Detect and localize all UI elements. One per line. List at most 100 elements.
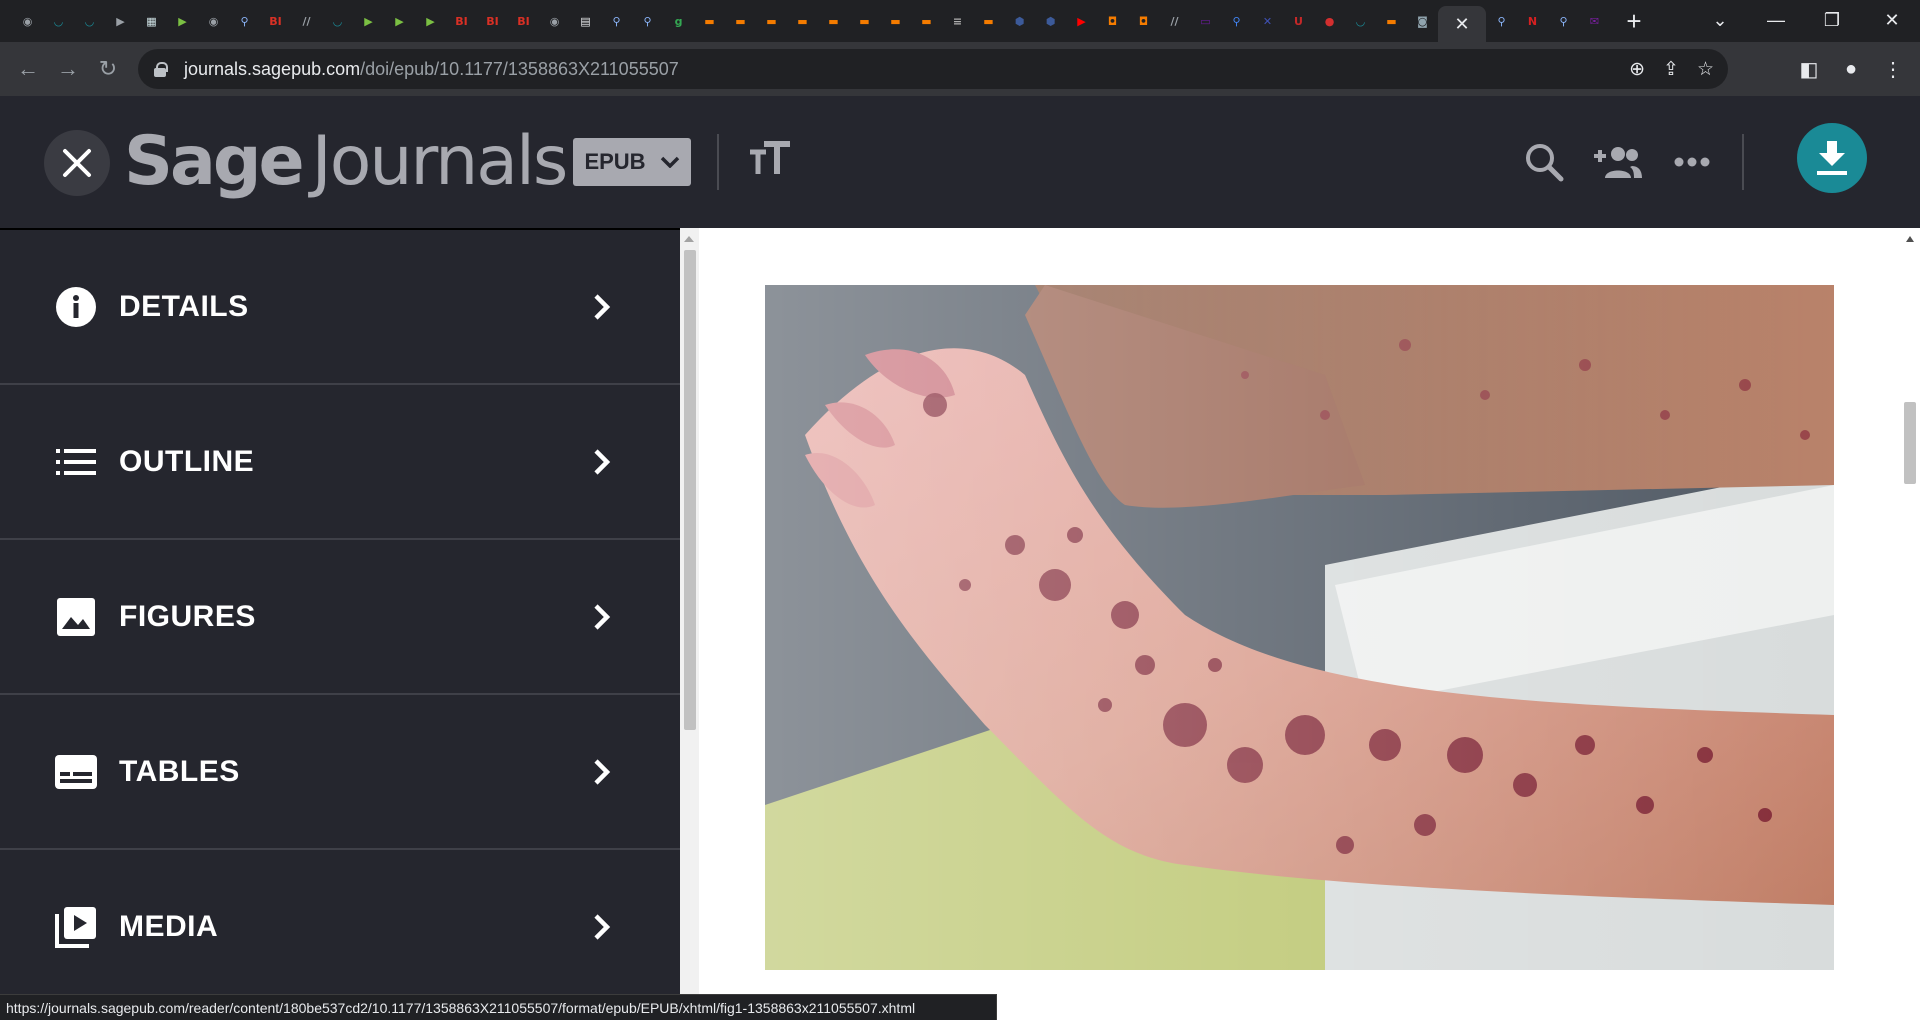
chevron-right-icon (594, 293, 611, 320)
new-tab-button[interactable]: + (1616, 3, 1652, 39)
browser-tab[interactable]: ▬ (725, 0, 756, 42)
browser-tab[interactable]: ▬ (849, 0, 880, 42)
browser-tab[interactable]: ◡ (43, 0, 74, 42)
browser-tab[interactable]: ▶ (167, 0, 198, 42)
browser-tab[interactable]: g (663, 0, 694, 42)
browser-tab[interactable]: ▬ (756, 0, 787, 42)
reload-button[interactable]: ↻ (88, 49, 128, 89)
pin-icon: ● (1324, 14, 1335, 28)
browser-tab[interactable]: ▬ (973, 0, 1004, 42)
browser-tab[interactable]: U (1283, 0, 1314, 42)
browser-tab[interactable]: ≡ (942, 0, 973, 42)
format-dropdown[interactable]: EPUB (573, 138, 691, 186)
browser-tab[interactable]: ▦ (136, 0, 167, 42)
text-size-button[interactable] (748, 140, 792, 184)
active-tab[interactable]: ✕ (1438, 6, 1486, 42)
browser-tab[interactable]: ⚲ (229, 0, 260, 42)
content-scrollbar[interactable] (1901, 228, 1920, 1020)
chevron-right-icon (594, 603, 611, 630)
article-figure[interactable] (765, 285, 1834, 970)
download-button[interactable] (1797, 123, 1867, 193)
sage-journals-logo[interactable]: Sage Journals (124, 122, 568, 201)
browser-tab[interactable]: ✉ (1579, 0, 1610, 42)
shield-icon: ◡ (333, 14, 342, 28)
lock-icon[interactable] (154, 62, 168, 77)
side-panel-icon[interactable]: ◧ (1794, 57, 1824, 82)
browser-tab[interactable]: ▬ (787, 0, 818, 42)
figure-image (765, 285, 1834, 970)
restore-button[interactable]: ❐ (1804, 0, 1860, 40)
browser-tab[interactable]: ▬ (694, 0, 725, 42)
browser-tab[interactable]: ◉ (12, 0, 43, 42)
browser-tab[interactable]: ▶ (353, 0, 384, 42)
browser-tab[interactable]: ◡ (74, 0, 105, 42)
back-button[interactable]: ← (8, 49, 48, 89)
browser-tab[interactable]: ▬ (818, 0, 849, 42)
close-window-button[interactable]: ✕ (1864, 0, 1920, 40)
browser-menu-icon[interactable]: ⋮ (1878, 57, 1908, 82)
browser-tab[interactable]: ▶ (384, 0, 415, 42)
text-icon: // (1170, 14, 1179, 28)
browser-tab[interactable]: ● (1314, 0, 1345, 42)
forward-button[interactable]: → (48, 49, 88, 89)
sidebar-item-details[interactable]: DETAILS (0, 230, 680, 385)
search-icon: ⚲ (1559, 14, 1568, 28)
browser-tab[interactable]: ▤ (570, 0, 601, 42)
browser-tab[interactable]: ◘ (1128, 0, 1159, 42)
scroll-up-arrow-icon[interactable] (684, 236, 694, 242)
sidebar-item-figures[interactable]: FIGURES (0, 540, 680, 695)
browser-tab[interactable]: ◉ (198, 0, 229, 42)
zoom-icon[interactable]: ⊕ (1629, 58, 1645, 81)
browser-tab[interactable]: ▬ (911, 0, 942, 42)
bookmark-star-icon[interactable]: ☆ (1697, 58, 1714, 81)
sidebar-item-outline[interactable]: OUTLINE (0, 385, 680, 540)
sidebar-item-label: MEDIA (119, 909, 219, 943)
sidebar-item-media[interactable]: MEDIA (0, 850, 680, 1005)
browser-tab[interactable]: BI (446, 0, 477, 42)
browser-tab[interactable]: N (1517, 0, 1548, 42)
close-reader-button[interactable] (44, 130, 110, 196)
browser-tab[interactable]: ⚲ (1221, 0, 1252, 42)
browser-tab[interactable]: ▬ (1376, 0, 1407, 42)
browser-tab[interactable]: ⚲ (1486, 0, 1517, 42)
browser-tab[interactable]: ✕ (1252, 0, 1283, 42)
share-access-button[interactable] (1588, 132, 1648, 192)
browser-tab[interactable]: ⬢ (1004, 0, 1035, 42)
link-status-bar: https://journals.sagepub.com/reader/cont… (0, 994, 997, 1020)
scroll-up-arrow-icon[interactable] (1906, 236, 1914, 242)
browser-tab[interactable]: ◡ (1345, 0, 1376, 42)
sidebar-scroll-thumb[interactable] (684, 250, 696, 730)
browser-tab[interactable]: ◡ (322, 0, 353, 42)
share-icon[interactable]: ⇪ (1663, 58, 1679, 81)
browser-tab[interactable]: ◙ (1407, 0, 1438, 42)
content-scroll-thumb[interactable] (1904, 402, 1916, 484)
more-options-button[interactable] (1662, 132, 1722, 192)
address-bar[interactable]: journals.sagepub.com/doi/epub/10.1177/13… (138, 49, 1728, 89)
browser-tab[interactable]: ▶ (1066, 0, 1097, 42)
download-icon (1817, 141, 1847, 175)
browser-tab[interactable]: BI (508, 0, 539, 42)
tab-search-icon[interactable]: ⌄ (1692, 0, 1748, 40)
browser-tab[interactable]: ⚲ (601, 0, 632, 42)
search-button[interactable] (1514, 132, 1574, 192)
close-tab-icon[interactable]: ✕ (1454, 14, 1469, 35)
browser-tab[interactable]: ◉ (539, 0, 570, 42)
profile-icon[interactable]: ● (1836, 58, 1866, 81)
play-icon: ▶ (426, 14, 435, 28)
minimize-button[interactable]: — (1748, 0, 1804, 40)
url-host: journals.sagepub.com (184, 58, 361, 79)
browser-tab[interactable]: ⚲ (632, 0, 663, 42)
browser-tab[interactable]: ◘ (1097, 0, 1128, 42)
browser-tab[interactable]: ⚲ (1548, 0, 1579, 42)
browser-tab[interactable]: ▶ (415, 0, 446, 42)
browser-tab[interactable]: // (291, 0, 322, 42)
sidebar-item-label: TABLES (119, 754, 240, 788)
sidebar-item-tables[interactable]: TABLES (0, 695, 680, 850)
browser-tab[interactable]: ▶ (105, 0, 136, 42)
browser-tab[interactable]: BI (477, 0, 508, 42)
browser-tab[interactable]: // (1159, 0, 1190, 42)
browser-tab[interactable]: ▬ (880, 0, 911, 42)
browser-tab[interactable]: BI (260, 0, 291, 42)
browser-tab[interactable]: ▭ (1190, 0, 1221, 42)
browser-tab[interactable]: ⬢ (1035, 0, 1066, 42)
